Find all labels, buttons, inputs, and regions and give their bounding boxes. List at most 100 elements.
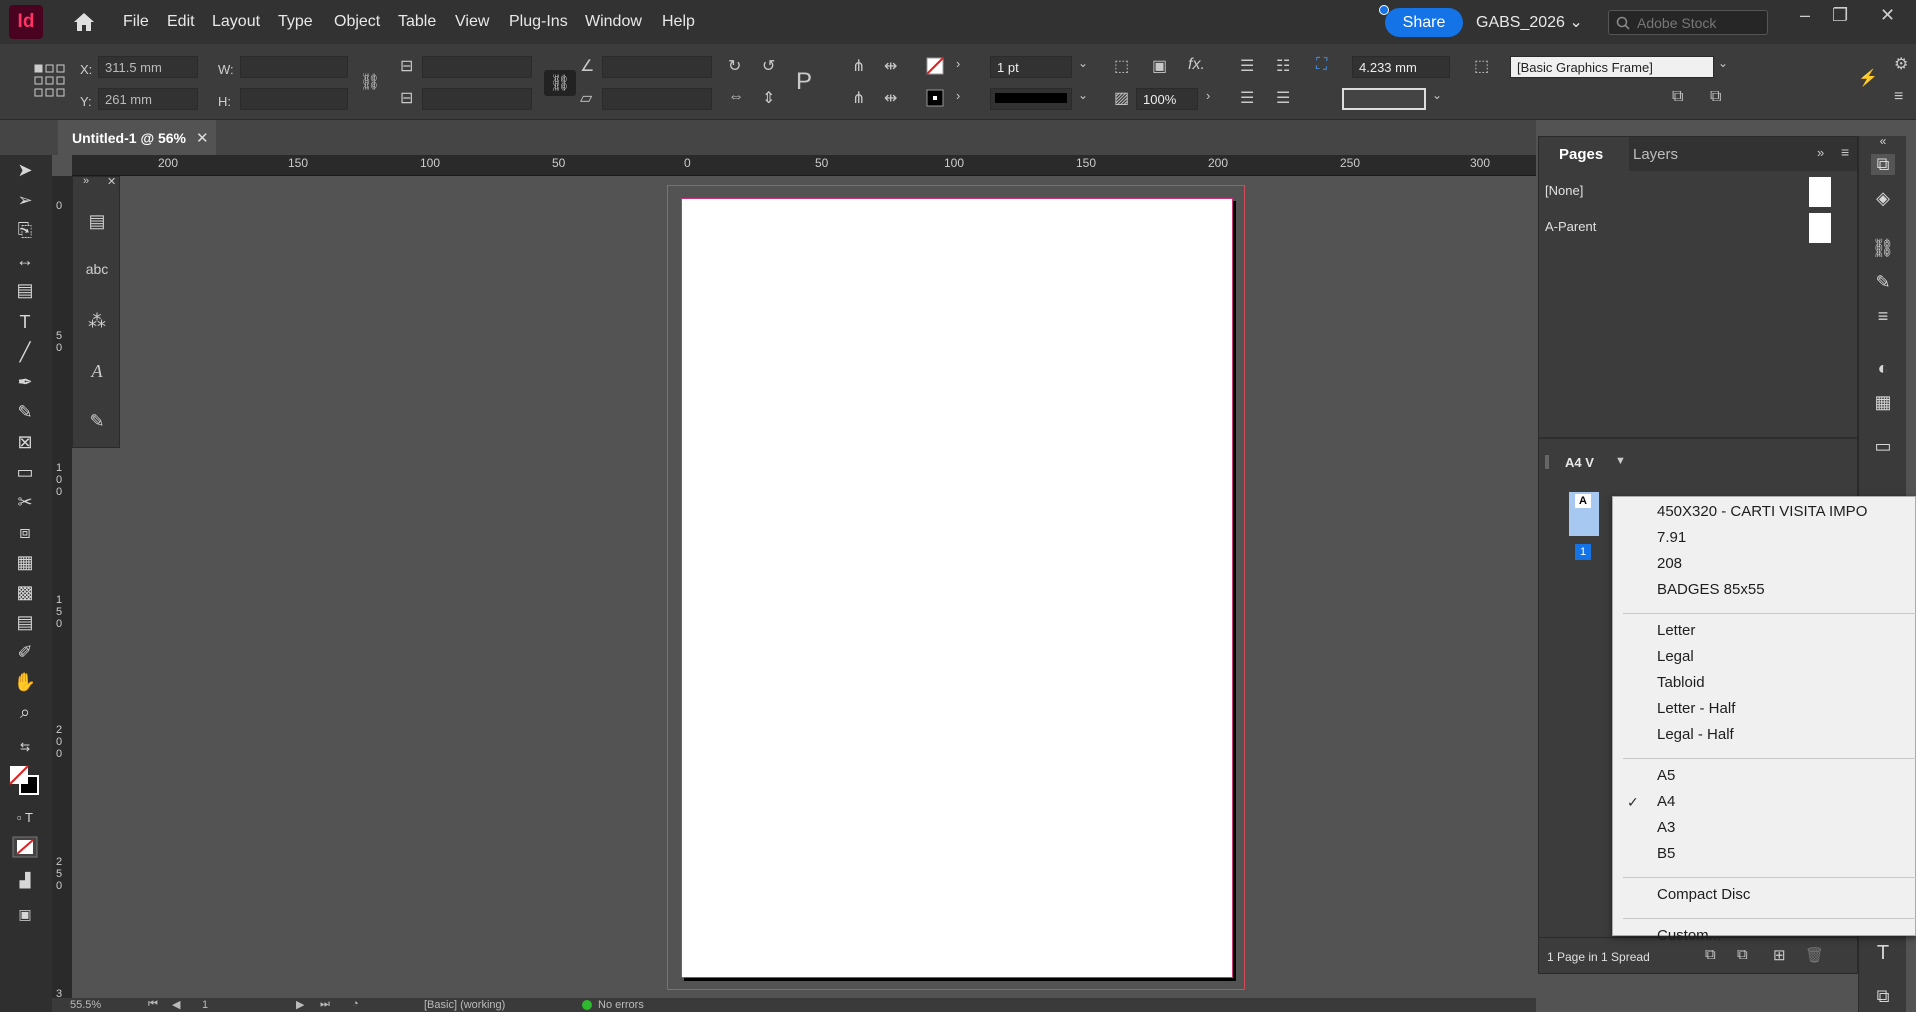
chevron-down-icon[interactable]: ⌄ — [1078, 56, 1088, 70]
page-size-select[interactable]: A4 V — [1565, 455, 1594, 470]
reference-point-icon[interactable] — [34, 64, 66, 98]
stroke-lines-icon[interactable]: ≡ — [1871, 306, 1895, 327]
chevron-right-icon[interactable]: › — [956, 56, 960, 71]
horizontal-ruler[interactable]: 200 150 100 50 0 50 100 150 200 250 300 — [72, 155, 1536, 176]
flip-horizontal-icon[interactable]: ⇔ — [728, 88, 744, 106]
text-wrap-icon[interactable]: ☰ — [1240, 56, 1254, 76]
tab-pages[interactable]: Pages — [1539, 137, 1629, 171]
chevron-down-icon[interactable]: ⌄ — [1078, 88, 1088, 102]
first-page-icon[interactable]: ⏮ — [148, 998, 158, 1011]
expand-panel-icon[interactable]: » — [83, 175, 89, 187]
close-icon[interactable]: ✕ — [107, 175, 116, 188]
wrap-around-icon[interactable]: ☷ — [1276, 56, 1290, 76]
quick-apply-icon[interactable]: ⚡ — [1858, 68, 1878, 88]
menu-view[interactable]: View — [455, 13, 489, 31]
flip-vertical-icon[interactable]: ⇕ — [762, 88, 775, 108]
chevron-right-icon[interactable]: › — [956, 88, 960, 103]
constrain-proportions-icon[interactable]: ⛓ — [360, 72, 380, 92]
y-position-field[interactable]: 261 mm — [98, 88, 198, 110]
content-collector-icon[interactable]: ▤ — [12, 280, 38, 301]
swap-fill-stroke-icon[interactable]: ⇆ — [12, 740, 38, 754]
page-size-option[interactable]: Letter - Half — [1657, 700, 1735, 717]
home-icon[interactable] — [72, 11, 96, 33]
parent-a[interactable]: A-Parent — [1545, 219, 1596, 234]
page-size-option[interactable]: Custom... — [1657, 927, 1721, 944]
color-panel-icon[interactable]: ◐ — [1871, 358, 1895, 379]
character-panel-icon[interactable]: T — [1871, 942, 1895, 965]
page-size-option[interactable]: Legal - Half — [1657, 726, 1734, 743]
trash-icon[interactable]: 🗑 — [1805, 946, 1824, 964]
note-tool-icon[interactable]: ▤ — [12, 612, 38, 633]
links-panel-icon[interactable]: ⛓ — [1871, 238, 1895, 259]
scissors-tool-icon[interactable]: ✂ — [12, 492, 38, 513]
x-position-field[interactable]: 311.5 mm — [98, 56, 198, 78]
opacity-field[interactable]: 100% — [1136, 88, 1198, 110]
panel-menu-icon[interactable]: ≡ — [1841, 144, 1849, 160]
preflight-profile[interactable]: [Basic] (working) — [424, 999, 505, 1011]
page-size-option[interactable]: Compact Disc — [1657, 886, 1750, 903]
parent-none-thumbnail[interactable] — [1809, 177, 1831, 207]
selection-tool-icon[interactable]: ➤ — [12, 160, 38, 181]
edit-page-size-icon[interactable]: ⧉ — [1737, 946, 1748, 963]
paragraph-panel-icon[interactable]: ⧉ — [1871, 986, 1895, 1007]
layers-panel-icon[interactable]: ◈ — [1871, 188, 1895, 209]
paragraph-styles-icon[interactable]: ✎ — [85, 411, 109, 432]
select-content-icon[interactable]: ⋔ — [852, 88, 865, 108]
page-size-option[interactable]: A4 — [1657, 793, 1675, 810]
page-size-option[interactable]: 7.91 — [1657, 529, 1686, 546]
gear-icon[interactable]: ⚙ — [1894, 54, 1908, 74]
rectangle-tool-icon[interactable]: ▭ — [12, 462, 38, 483]
direct-selection-tool-icon[interactable]: ➢ — [12, 190, 38, 211]
gradient-swatch-tool-icon[interactable]: ▦ — [12, 552, 38, 573]
scale-x-field[interactable] — [422, 56, 532, 78]
page-size-option[interactable]: B5 — [1657, 845, 1675, 862]
stroke-swatch-icon[interactable] — [926, 89, 944, 107]
page-size-option[interactable]: A3 — [1657, 819, 1675, 836]
rotate-ccw-icon[interactable]: ↺ — [762, 56, 775, 76]
chevron-down-icon[interactable]: ⌄ — [1718, 56, 1728, 70]
effects-fx-icon[interactable]: fx. — [1188, 56, 1205, 74]
drop-shadow-icon[interactable]: ▣ — [1152, 56, 1167, 76]
menu-table[interactable]: Table — [398, 13, 436, 31]
page-number-field[interactable]: 1 — [202, 999, 208, 1011]
page-size-option[interactable]: 450X320 - CARTI VISITA IMPO — [1657, 503, 1867, 520]
select-previous-icon[interactable]: ⇹ — [884, 56, 897, 76]
rotation-field[interactable] — [602, 56, 712, 78]
previous-page-icon[interactable]: ◀ — [172, 998, 180, 1011]
vertical-ruler[interactable]: 0 5 0 1 0 0 1 5 0 2 0 0 2 5 0 3 — [52, 176, 72, 1012]
new-page-icon[interactable]: ⊞ — [1773, 946, 1786, 964]
scale-y-field[interactable] — [422, 88, 532, 110]
screen-mode-icon[interactable]: ▣ — [12, 906, 38, 923]
document-page[interactable] — [681, 198, 1233, 978]
minimize-icon[interactable]: – — [1800, 5, 1810, 26]
swatches-icon[interactable]: ⁂ — [85, 311, 109, 332]
apply-none-icon[interactable] — [12, 836, 38, 858]
stroke-style-field[interactable] — [1342, 88, 1426, 110]
share-button[interactable]: Share — [1385, 8, 1463, 37]
pen-tool-icon[interactable]: ✒ — [12, 372, 38, 393]
panel-divider[interactable] — [1539, 437, 1857, 439]
close-icon[interactable]: ✕ — [1880, 5, 1895, 26]
formatting-container-icon[interactable]: ▫ T — [12, 810, 38, 825]
chevron-down-icon[interactable]: ▼ — [1615, 455, 1626, 467]
spelling-icon[interactable]: abc — [85, 261, 109, 277]
tab-layers[interactable]: Layers — [1633, 146, 1678, 163]
menu-file[interactable]: File — [123, 13, 149, 31]
gap-tool-icon[interactable]: ↔ — [12, 250, 38, 271]
page-size-icon[interactable]: ⧉ — [1705, 946, 1716, 963]
width-field[interactable] — [240, 56, 348, 78]
gradient-feather-tool-icon[interactable]: ▩ — [12, 582, 38, 603]
stroke-type-field[interactable] — [990, 88, 1072, 110]
shear-field[interactable] — [602, 88, 712, 110]
page-size-option[interactable]: 208 — [1657, 555, 1682, 572]
last-page-icon[interactable]: ⏭ — [320, 998, 330, 1011]
menu-plugins[interactable]: Plug-Ins — [509, 13, 568, 31]
stroke-panel-icon[interactable]: ✎ — [1871, 272, 1895, 293]
clear-overrides-icon[interactable]: ⧉ — [1672, 88, 1683, 106]
swatches-panel-icon[interactable]: ▦ — [1871, 392, 1895, 413]
preflight-icon[interactable]: ◔ — [352, 998, 359, 1010]
menu-layout[interactable]: Layout — [212, 13, 260, 31]
page-tool-icon[interactable]: ⎘ — [12, 220, 38, 241]
object-style-field[interactable]: [Basic Graphics Frame] — [1510, 56, 1714, 78]
expand-panel-icon[interactable]: « — [1871, 134, 1895, 148]
